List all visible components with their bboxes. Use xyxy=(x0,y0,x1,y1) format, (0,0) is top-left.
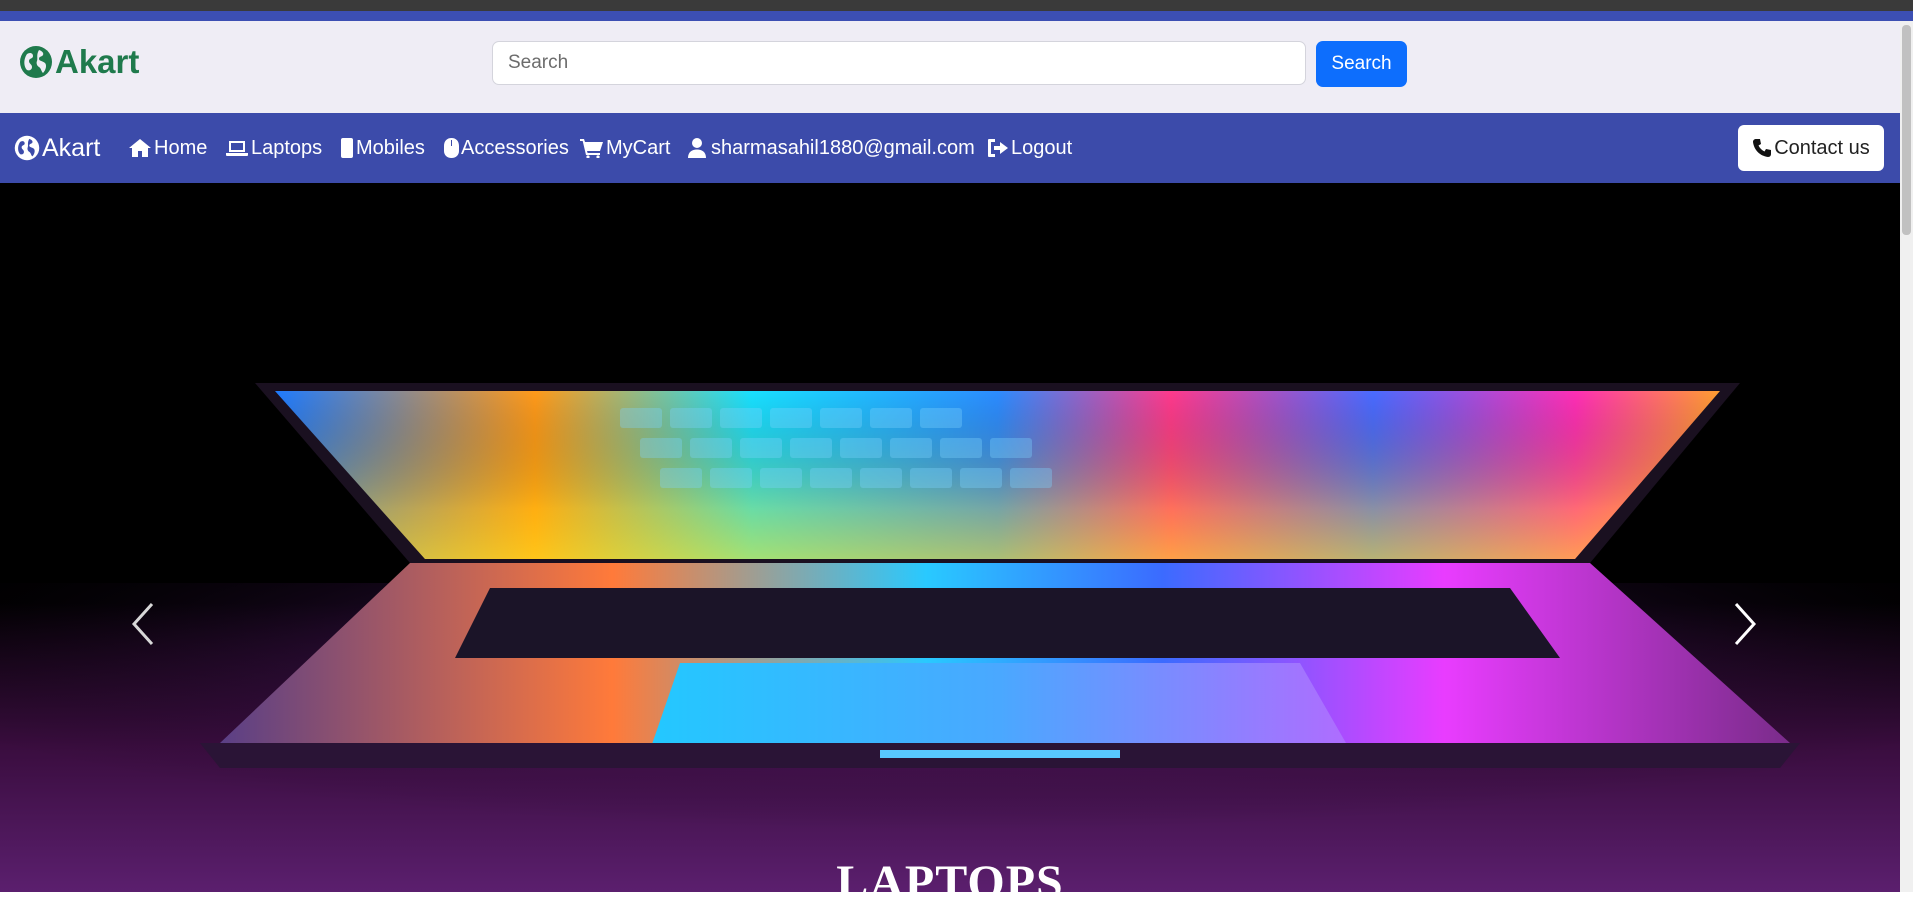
nav-item-laptops[interactable]: Laptops xyxy=(225,113,322,183)
logout-icon xyxy=(988,139,1008,157)
nav-item-home[interactable]: Home xyxy=(128,113,207,183)
navbar-brand-label: Akart xyxy=(42,133,101,162)
nav-item-label: Logout xyxy=(1011,136,1073,159)
mobile-icon xyxy=(341,138,353,158)
globe-icon xyxy=(14,135,40,161)
nav-item-label: MyCart xyxy=(606,136,671,159)
cart-icon xyxy=(580,139,603,158)
mouse-icon xyxy=(444,138,459,158)
nav-item-label: Laptops xyxy=(251,136,323,159)
home-icon xyxy=(129,139,151,157)
laptop-hero-image xyxy=(0,383,1900,892)
nav-item-user[interactable]: sharmasahil1880@gmail.com xyxy=(687,113,975,183)
contact-us-label: Contact us xyxy=(1774,136,1870,159)
main-navbar: Akart Home Laptops Mobiles Accessories M… xyxy=(0,113,1900,183)
accent-strip xyxy=(0,11,1913,21)
scrollbar-thumb[interactable] xyxy=(1902,25,1911,235)
header-brand[interactable]: Akart xyxy=(19,43,139,81)
browser-top-strip xyxy=(0,0,1913,11)
search-input[interactable] xyxy=(492,41,1306,85)
hero-caption: LAPTOPS xyxy=(836,856,1064,909)
chevron-right-icon[interactable] xyxy=(1730,600,1760,648)
globe-icon xyxy=(20,46,52,78)
nav-item-mycart[interactable]: MyCart xyxy=(580,113,670,183)
nav-item-accessories[interactable]: Accessories xyxy=(444,113,569,183)
nav-item-label: sharmasahil1880@gmail.com xyxy=(711,136,975,159)
brand-name: Akart xyxy=(55,43,140,80)
nav-item-label: Mobiles xyxy=(356,136,425,159)
chevron-left-icon[interactable] xyxy=(128,600,158,648)
search-button[interactable]: Search xyxy=(1316,41,1407,87)
navbar-brand[interactable]: Akart xyxy=(14,113,100,183)
nav-item-label: Home xyxy=(154,136,208,159)
phone-icon xyxy=(1753,139,1772,157)
nav-item-label: Accessories xyxy=(461,136,569,159)
user-icon xyxy=(688,138,706,158)
nav-item-logout[interactable]: Logout xyxy=(987,113,1072,183)
contact-us-button[interactable]: Contact us xyxy=(1738,125,1884,171)
laptop-icon xyxy=(226,141,248,156)
page-scrollbar[interactable] xyxy=(1900,21,1913,892)
nav-item-mobiles[interactable]: Mobiles xyxy=(340,113,425,183)
top-header: Akart Search xyxy=(0,21,1900,113)
hero-carousel xyxy=(0,183,1900,892)
